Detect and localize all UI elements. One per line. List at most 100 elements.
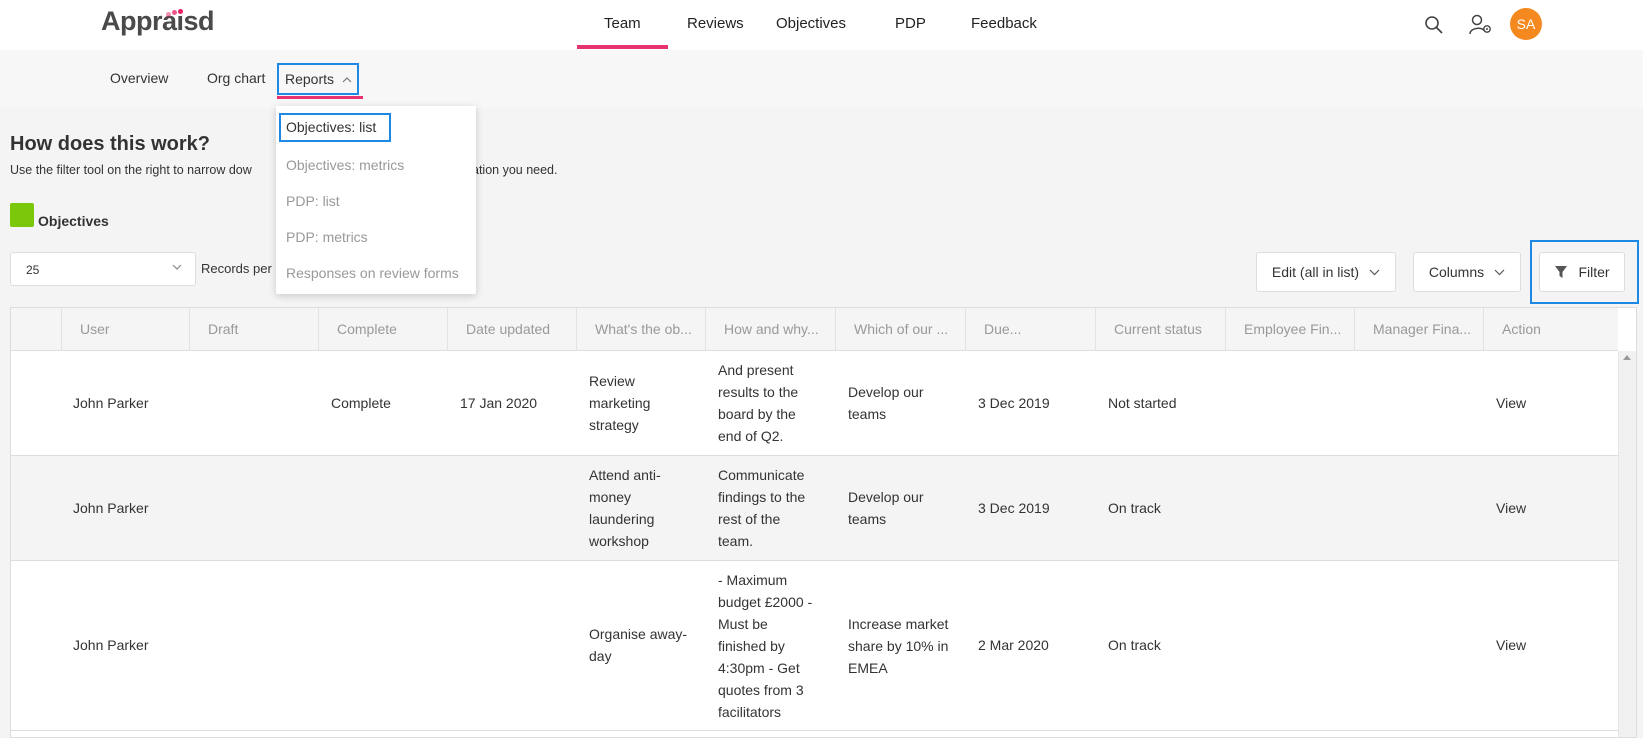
cell-which-line: Increase market [848,616,949,632]
cell-which-line: teams [848,511,887,527]
edit-all-label: Edit (all in list) [1271,264,1360,280]
cell-how-line: quotes from 3 [718,682,804,698]
cell-how-line: end of Q2. [718,428,784,444]
column-header-current-status[interactable]: Current status [1096,308,1226,351]
sub-nav: Overview Org chart [0,50,1643,108]
menu-item-objectives-metrics[interactable]: Objectives: metrics [286,157,404,173]
cell-user: John Parker [73,637,149,653]
subnav-overview[interactable]: Overview [110,70,168,86]
menu-item-review-responses[interactable]: Responses on review forms [286,265,459,281]
subnav-reports[interactable]: Reports [277,63,359,95]
main-tab-reviews[interactable]: Reviews [687,15,744,32]
user-settings-icon[interactable] [1468,12,1494,38]
column-header-which[interactable]: Which of our ... [836,308,966,351]
cell-due: 3 Dec 2019 [978,395,1050,411]
section-label: Objectives [38,213,109,229]
cell-user: John Parker [73,500,149,516]
table-scrollbar[interactable] [1618,351,1636,737]
column-header-complete[interactable]: Complete [319,308,448,351]
table-row: John Parker Attend anti- money launderin… [11,456,1618,561]
column-header-user[interactable]: User [62,308,190,351]
main-tab-pdp[interactable]: PDP [895,15,926,32]
main-tab-feedback[interactable]: Feedback [971,15,1037,32]
search-icon[interactable] [1421,12,1447,38]
reports-dropdown-menu: Objectives: list Objectives: metrics PDP… [276,106,476,294]
filter-highlight-outline [1530,240,1639,304]
cell-objective: Review marketing strategy [589,370,650,436]
cell-how-line: - Maximum [718,572,788,588]
page-heading: How does this work? [10,133,211,155]
menu-item-objectives-list[interactable]: Objectives: list [279,113,391,142]
cell-objective-line: money [589,489,632,505]
cell-how-why: Communicate findings to the rest of the … [718,464,805,552]
cell-how-line: facilitators [718,704,782,720]
view-link[interactable]: View [1496,392,1526,414]
cell-which: Develop our teams [848,486,924,530]
view-link[interactable]: View [1496,497,1526,519]
column-header-due[interactable]: Due... [966,308,1096,351]
edit-all-button[interactable]: Edit (all in list) [1256,252,1396,292]
cell-how-line: team. [718,533,754,549]
menu-item-pdp-list[interactable]: PDP: list [286,193,340,209]
cell-objective-line: strategy [589,417,639,433]
column-header-draft[interactable]: Draft [190,308,319,351]
cell-objective-line: marketing [589,395,651,411]
cell-how-line: And present [718,362,794,378]
cell-which-line: Develop our [848,489,924,505]
avatar[interactable]: SA [1510,8,1542,40]
cell-status: On track [1108,637,1161,653]
column-header-manager-final[interactable]: Manager Fina... [1355,308,1484,351]
active-tab-indicator [577,45,668,49]
help-text-right: ation you need. [472,163,558,177]
cell-how-line: budget £2000 - [718,594,813,610]
table-row: John Parker Organise away- day - Maximum… [11,561,1618,731]
subnav-org-chart[interactable]: Org chart [207,70,265,86]
cell-due: 2 Mar 2020 [978,637,1049,653]
cell-how-line: Communicate [718,467,805,483]
chevron-down-icon [1369,269,1380,275]
cell-which-line: share by 10% in [848,638,949,654]
chevron-up-icon [342,76,352,82]
cell-objective-line: laundering [589,511,655,527]
cell-objective-line: Review [589,373,635,389]
cell-status: Not started [1108,395,1177,411]
cell-date-updated: 17 Jan 2020 [460,395,538,411]
records-per-page-select[interactable]: 25 [10,252,196,286]
columns-button[interactable]: Columns [1413,252,1521,292]
subnav-reports-label: Reports [285,71,335,87]
cell-which-line: teams [848,406,887,422]
column-header-date-updated[interactable]: Date updated [448,308,577,351]
objectives-color-square [10,203,34,227]
cell-how-line: 4:30pm - Get [718,660,800,676]
scroll-up-arrow-icon[interactable] [1623,355,1631,360]
cell-user: John Parker [73,395,149,411]
table-row: John Parker Complete 17 Jan 2020 Review … [11,351,1618,456]
column-header-objective[interactable]: What's the ob... [577,308,706,351]
view-link[interactable]: View [1496,634,1526,656]
cell-objective-line: day [589,648,612,664]
column-header-employee-final[interactable]: Employee Fin... [1226,308,1355,351]
column-header-action: Action [1502,321,1541,337]
main-tab-team[interactable]: Team [604,15,641,32]
app-logo[interactable]: Appraisd [101,6,215,37]
cell-how-line: findings to the [718,489,806,505]
reports-active-indicator [277,96,363,99]
table-header: User Draft Complete Date updated What's … [11,308,1618,351]
cell-how-line: finished by [718,638,785,654]
cell-how-line: rest of the [718,511,781,527]
cell-how-why: - Maximum budget £2000 - Must be finishe… [718,569,812,723]
cell-how-line: results to the [718,384,799,400]
cell-which: Increase market share by 10% in EMEA [848,613,948,679]
cell-objective: Organise away- day [589,623,687,667]
columns-label: Columns [1428,264,1485,280]
cell-how-line: board by the [718,406,796,422]
column-header-select [11,308,62,351]
menu-item-pdp-metrics[interactable]: PDP: metrics [286,229,368,245]
records-value: 25 [26,263,40,277]
help-text: Use the filter tool on the right to narr… [10,163,558,177]
cell-complete: Complete [331,395,391,411]
column-header-how-why[interactable]: How and why... [706,308,836,351]
logo-dots [164,8,188,18]
main-tab-objectives[interactable]: Objectives [776,15,846,32]
cell-objective-line: Organise away- [589,626,688,642]
